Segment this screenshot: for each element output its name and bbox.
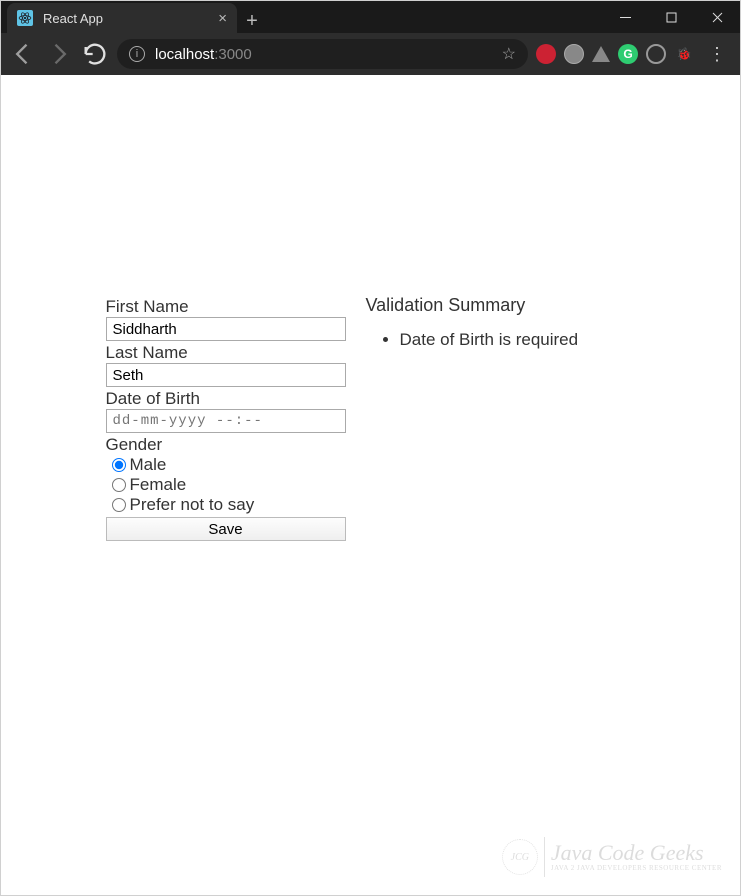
browser-menu-button[interactable]: ⋮ <box>702 44 732 65</box>
validation-error-item: Date of Birth is required <box>400 330 636 350</box>
validation-summary-heading: Validation Summary <box>366 295 636 316</box>
watermark-sub-text: JAVA 2 JAVA DEVELOPERS RESOURCE CENTER <box>551 864 722 872</box>
gender-radio-female-label: Female <box>130 475 187 495</box>
gender-option-male[interactable]: Male <box>112 455 346 475</box>
gender-radio-male-label: Male <box>130 455 167 475</box>
browser-tab-active[interactable]: React App × <box>7 3 237 33</box>
window-titlebar: React App × + <box>1 1 740 33</box>
watermark-logo: JCG <box>502 839 538 875</box>
tab-close-icon[interactable]: × <box>218 10 227 27</box>
first-name-label: First Name <box>106 297 346 317</box>
url-text: localhost:3000 <box>155 46 252 63</box>
address-bar[interactable]: i localhost:3000 ☆ <box>117 39 528 69</box>
gender-radio-prefer-not-label: Prefer not to say <box>130 495 255 515</box>
dob-input[interactable] <box>106 409 346 433</box>
gender-radio-female[interactable] <box>112 478 126 492</box>
extension-drive-icon[interactable] <box>592 46 610 62</box>
page-viewport: First Name Last Name Date of Birth Gende… <box>1 75 740 895</box>
gender-option-female[interactable]: Female <box>112 475 346 495</box>
validation-summary-column: Validation Summary Date of Birth is requ… <box>366 295 636 541</box>
extension-icons: G 🐞 <box>536 44 694 64</box>
new-tab-button[interactable]: + <box>237 10 267 33</box>
gender-radio-male[interactable] <box>112 458 126 472</box>
nav-forward-button[interactable] <box>45 40 73 68</box>
window-minimize-button[interactable] <box>602 1 648 33</box>
watermark: JCG Java Code Geeks JAVA 2 JAVA DEVELOPE… <box>502 837 722 877</box>
gender-option-prefer-not[interactable]: Prefer not to say <box>112 495 346 515</box>
last-name-label: Last Name <box>106 343 346 363</box>
watermark-main-text: Java Code Geeks <box>551 842 722 864</box>
window-maximize-button[interactable] <box>648 1 694 33</box>
page-content: First Name Last Name Date of Birth Gende… <box>1 295 740 541</box>
extension-icon-5[interactable] <box>646 44 666 64</box>
watermark-separator <box>544 837 545 877</box>
gender-radio-prefer-not[interactable] <box>112 498 126 512</box>
browser-toolbar: i localhost:3000 ☆ G 🐞 ⋮ <box>1 33 740 75</box>
nav-reload-button[interactable] <box>81 40 109 68</box>
tab-strip: React App × + <box>1 1 602 33</box>
gender-label: Gender <box>106 435 346 455</box>
last-name-input[interactable] <box>106 363 346 387</box>
first-name-input[interactable] <box>106 317 346 341</box>
extension-grammarly-icon[interactable]: G <box>618 44 638 64</box>
form-column: First Name Last Name Date of Birth Gende… <box>106 295 346 541</box>
dob-label: Date of Birth <box>106 389 346 409</box>
extension-icon-2[interactable] <box>564 44 584 64</box>
window-controls <box>602 1 740 33</box>
react-favicon <box>17 10 33 26</box>
extension-icon-6[interactable]: 🐞 <box>674 44 694 64</box>
save-button[interactable]: Save <box>106 517 346 541</box>
validation-error-list: Date of Birth is required <box>366 330 636 350</box>
tab-title: React App <box>43 11 208 26</box>
bookmark-star-icon[interactable]: ☆ <box>502 44 516 64</box>
extension-icon-1[interactable] <box>536 44 556 64</box>
window-close-button[interactable] <box>694 1 740 33</box>
site-info-icon[interactable]: i <box>129 46 145 62</box>
nav-back-button[interactable] <box>9 40 37 68</box>
